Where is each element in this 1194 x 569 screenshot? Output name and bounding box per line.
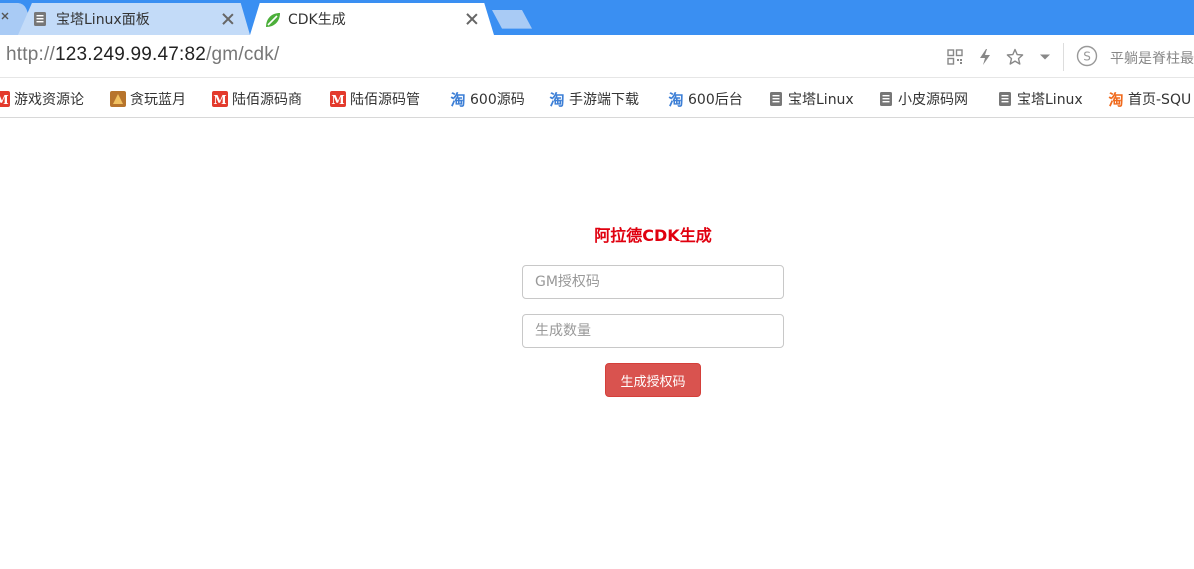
bookmark-label: 宝塔Linux <box>1017 92 1083 108</box>
bookmark-label: 陆佰源码管 <box>350 92 420 108</box>
tab-title: CDK生成 <box>288 12 346 28</box>
taobao-icon: 淘 <box>449 91 466 109</box>
tab-cdk-generate[interactable]: CDK生成 <box>250 3 494 35</box>
star-icon[interactable] <box>1000 45 1030 69</box>
svg-text:淘: 淘 <box>450 91 466 107</box>
leaf-icon <box>264 11 280 27</box>
bookmark-item[interactable]: 淘 首页-SQU <box>1107 89 1192 109</box>
bookmark-item[interactable]: 小皮源码网 <box>878 89 968 109</box>
bookmarks-bar: M 游戏资源论 贪玩蓝月 M 陆佰源码商 M 陆佰源码管 淘 600源码 淘 手… <box>0 79 1194 118</box>
m-red-icon: M <box>212 91 228 107</box>
qr-code-icon[interactable] <box>940 45 970 69</box>
game-icon <box>110 91 126 107</box>
svg-text:S: S <box>1083 50 1091 64</box>
svg-text:淘: 淘 <box>549 91 565 107</box>
sogou-search-icon[interactable]: S <box>1076 45 1098 67</box>
address-bar: http://123.249.99.47:82/gm/cdk/ S 平躺是脊柱最 <box>0 35 1194 78</box>
quantity-input[interactable] <box>522 314 784 348</box>
svg-text:M: M <box>331 93 344 107</box>
bookmark-label: 宝塔Linux <box>788 92 854 108</box>
bookmark-item[interactable]: 淘 600源码 <box>449 89 525 109</box>
bookmark-label: 小皮源码网 <box>898 92 968 108</box>
bookmark-item[interactable]: M 陆佰源码商 <box>212 89 302 109</box>
bookmark-label: 首页-SQU <box>1128 92 1192 108</box>
bookmark-label: 手游端下载 <box>569 92 639 108</box>
url-field[interactable]: http://123.249.99.47:82/gm/cdk/ <box>6 44 279 66</box>
svg-text:淘: 淘 <box>668 91 684 107</box>
document-icon <box>768 91 784 107</box>
chevron-down-icon[interactable] <box>1030 45 1060 69</box>
bookmark-label: 陆佰源码商 <box>232 92 302 108</box>
taobao-icon: 淘 <box>548 91 565 109</box>
generate-button[interactable]: 生成授权码 <box>605 363 701 397</box>
page-title: 阿拉德CDK生成 <box>594 226 712 245</box>
bookmark-item[interactable]: M 陆佰源码管 <box>330 89 420 109</box>
close-icon[interactable] <box>0 11 14 25</box>
page-content: 阿拉德CDK生成 生成授权码 <box>0 119 1194 569</box>
svg-text:M: M <box>0 93 9 107</box>
bookmark-label: 600后台 <box>688 92 743 108</box>
bookmark-label: 600源码 <box>470 92 525 108</box>
bookmark-label: 贪玩蓝月 <box>130 92 186 108</box>
svg-text:M: M <box>213 93 226 107</box>
taobao-icon: 淘 <box>667 91 684 109</box>
document-icon <box>878 91 894 107</box>
lightning-icon[interactable] <box>970 45 1000 69</box>
url-path: /gm/cdk/ <box>206 44 280 65</box>
bookmark-label: 游戏资源论 <box>14 92 84 108</box>
tab-title: 宝塔Linux面板 <box>56 12 150 28</box>
tab-baota-linux[interactable]: 宝塔Linux面板 <box>18 3 250 35</box>
bookmark-item[interactable]: 宝塔Linux <box>768 89 854 109</box>
url-host: 123.249.99.47:82 <box>54 44 207 65</box>
search-box[interactable]: 平躺是脊柱最 <box>1110 48 1194 68</box>
gm-code-input[interactable] <box>522 265 784 299</box>
address-actions <box>940 45 1060 69</box>
close-icon[interactable] <box>464 11 480 27</box>
svg-text:淘: 淘 <box>1108 91 1124 107</box>
bookmark-item[interactable]: M 游戏资源论 <box>0 89 84 109</box>
bookmark-item[interactable]: 宝塔Linux <box>997 89 1083 109</box>
new-tab-button[interactable] <box>492 3 532 35</box>
bookmark-item[interactable]: 贪玩蓝月 <box>110 89 186 109</box>
document-icon <box>997 91 1013 107</box>
bookmark-item[interactable]: 淘 600后台 <box>667 89 743 109</box>
taobao-orange-icon: 淘 <box>1107 91 1124 109</box>
bookmark-item[interactable]: 淘 手游端下载 <box>548 89 639 109</box>
tab-strip: 宝塔Linux面板 CDK生成 <box>0 0 1194 35</box>
divider <box>1063 43 1064 71</box>
url-scheme: http:// <box>6 44 55 65</box>
m-red-icon: M <box>0 91 10 107</box>
document-icon <box>32 11 48 27</box>
m-red-icon: M <box>330 91 346 107</box>
close-icon[interactable] <box>220 11 236 27</box>
